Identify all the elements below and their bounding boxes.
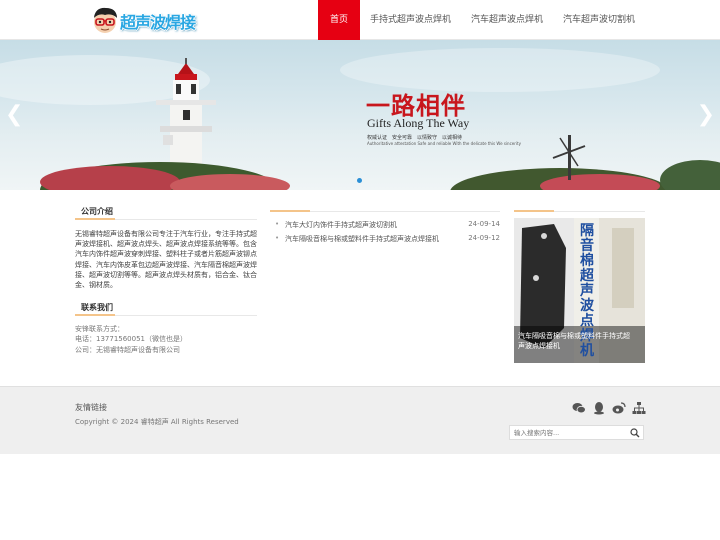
weibo-icon[interactable]	[612, 400, 626, 414]
product-card[interactable]: 隔音棉超声波点焊机 汽车隔吸音棉与棉或塑料件手持式超声波点焊接机	[514, 218, 645, 363]
news-divider-accent	[270, 210, 310, 212]
contact-info: 安锋联系方式： 电话：13771560051（微信也是） 公司：无锡睿特超声设备…	[75, 324, 187, 355]
about-divider-accent	[75, 218, 115, 220]
social-icons	[572, 400, 646, 415]
about-text: 无锡睿特超声设备有限公司专注于汽车行业，专注手持式超声波焊接机、超声波点焊头、超…	[75, 230, 257, 290]
contact-line: 安锋联系方式：	[75, 325, 124, 333]
news-list: • 汽车大灯内饰件手持式超声波切割机 24-09-14 • 汽车隔吸音棉与棉或塑…	[270, 218, 500, 246]
site-logo[interactable]: 超声波焊接	[90, 4, 205, 36]
friendly-links-title[interactable]: 友情链接	[75, 402, 107, 413]
contact-phone: 电话：13771560051（微信也是）	[75, 335, 187, 344]
nav-item-home[interactable]: 首页	[317, 0, 360, 40]
list-item[interactable]: • 汽车大灯内饰件手持式超声波切割机 24-09-14	[270, 218, 500, 232]
logo-face-icon	[94, 7, 117, 33]
site-footer: 友情链接 Copyright © 2024 睿特超声 All Rights Re…	[0, 386, 720, 454]
product-caption[interactable]: 汽车隔吸音棉与棉或塑料件手持式超声波点焊接机	[518, 331, 636, 351]
news-title[interactable]: 汽车大灯内饰件手持式超声波切割机	[285, 220, 397, 230]
about-title: 公司介绍	[81, 207, 113, 216]
contact-divider-accent	[75, 314, 115, 316]
banner-scene-image	[0, 48, 720, 190]
slide-indicator[interactable]	[357, 178, 362, 183]
contact-title: 联系我们	[81, 303, 113, 312]
list-item[interactable]: • 汽车隔吸音棉与棉或塑料件手持式超声波点焊接机 24-09-12	[270, 232, 500, 246]
wechat-icon[interactable]	[572, 400, 586, 414]
news-date: 24-09-14	[468, 220, 500, 228]
logo-text: 超声波焊接	[120, 13, 196, 32]
bullet-icon: •	[275, 220, 280, 228]
contact-company: 公司：无锡睿特超声设备有限公司	[75, 345, 180, 354]
search-input[interactable]	[514, 428, 624, 438]
hero-banner[interactable]: 一路相伴 Gifts Along The Way 权威认证 安全可靠 以情致守 …	[0, 40, 720, 190]
sitemap-icon[interactable]	[632, 400, 646, 414]
qq-icon[interactable]	[592, 400, 606, 415]
news-date: 24-09-12	[468, 234, 500, 242]
nav-item-auto-cutter[interactable]: 汽车超声波切割机	[553, 0, 645, 40]
banner-tags-en: Authoritative attestation Safe and relia…	[367, 141, 521, 146]
bullet-icon: •	[275, 234, 280, 242]
main-nav: 首页 手持式超声波点焊机 汽车超声波点焊机 汽车超声波切割机	[317, 0, 645, 40]
product-divider-accent	[514, 210, 554, 212]
site-header: 超声波焊接 首页 手持式超声波点焊机 汽车超声波点焊机 汽车超声波切割机	[0, 0, 720, 40]
nav-item-auto-spot-welder[interactable]: 汽车超声波点焊机	[461, 0, 553, 40]
chevron-right-icon[interactable]: ❯	[697, 104, 715, 126]
search-box	[509, 425, 644, 440]
search-icon[interactable]	[630, 428, 640, 438]
banner-tags: 权威认证 安全可靠 以情致守 以诚相待	[367, 135, 463, 141]
nav-item-handheld-spot-welder[interactable]: 手持式超声波点焊机	[360, 0, 461, 40]
copyright: Copyright © 2024 睿特超声 All Rights Reserve…	[75, 418, 239, 426]
chevron-left-icon[interactable]: ❮	[5, 104, 23, 126]
banner-slogan-en: Gifts Along The Way	[367, 116, 470, 130]
news-title[interactable]: 汽车隔吸音棉与棉或塑料件手持式超声波点焊接机	[285, 234, 439, 244]
